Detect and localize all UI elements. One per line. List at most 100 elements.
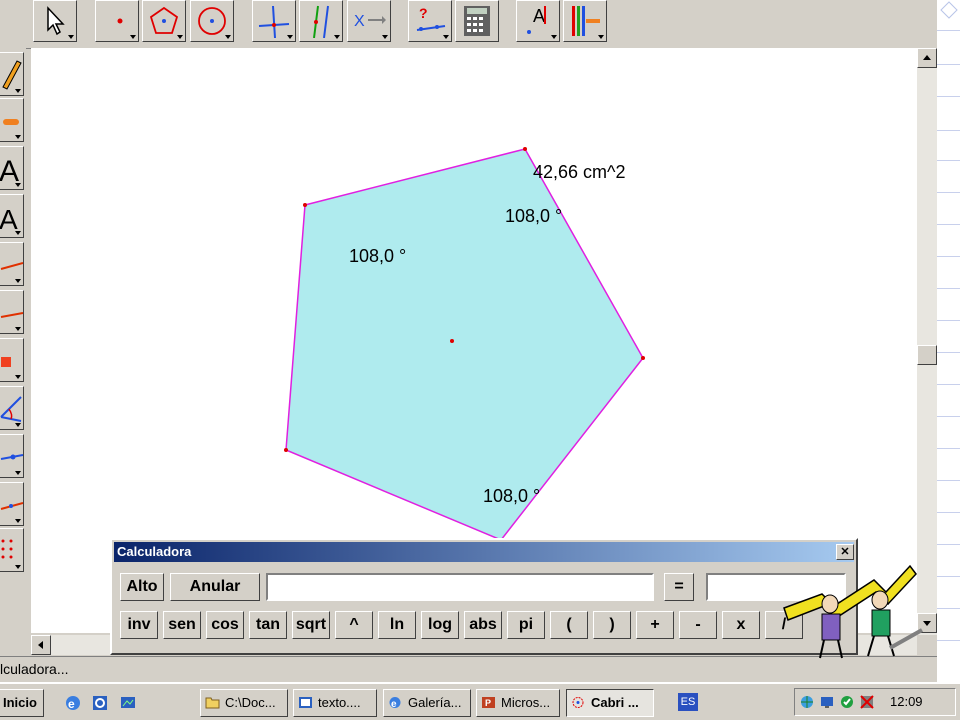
- point-style-button[interactable]: [0, 338, 24, 382]
- pointer-tool-button[interactable]: [33, 0, 77, 42]
- monitor-icon[interactable]: [819, 694, 835, 710]
- task-label: Micros...: [501, 695, 551, 710]
- taskbar-item-powerpoint[interactable]: P Micros...: [476, 689, 560, 717]
- display-tool-icon: [572, 6, 600, 36]
- task-label: texto....: [318, 695, 361, 710]
- taskbar-item-galeria[interactable]: e Galería...: [383, 689, 471, 717]
- close-button[interactable]: ✕: [836, 544, 854, 560]
- macro-tool-icon: ?: [416, 5, 446, 31]
- task-label: Galería...: [408, 695, 462, 710]
- point-tool-button[interactable]: [95, 0, 139, 42]
- folder-icon: [205, 697, 220, 709]
- cabri-icon: [572, 697, 584, 708]
- polygon-tool-button[interactable]: [142, 0, 186, 42]
- security-icon[interactable]: [839, 694, 855, 710]
- scroll-left-button[interactable]: [31, 635, 51, 655]
- inv-button[interactable]: inv: [120, 611, 158, 639]
- arrow-left-icon: [38, 641, 43, 649]
- abs-button[interactable]: abs: [464, 611, 502, 639]
- text-label-tool-icon: A: [527, 6, 546, 34]
- grid-style-button[interactable]: [0, 528, 24, 572]
- scroll-up-button[interactable]: [917, 48, 937, 68]
- attributes-toolbar: A A: [0, 48, 26, 633]
- vertical-scrollbar[interactable]: [917, 48, 937, 635]
- line-width-button[interactable]: [0, 290, 24, 334]
- svg-text:e: e: [68, 697, 75, 711]
- angle-measurement-label[interactable]: 108,0 °: [505, 206, 562, 227]
- svg-text:P: P: [485, 698, 491, 708]
- svg-text:X: X: [354, 13, 365, 30]
- svg-text:e: e: [391, 699, 397, 709]
- background-strip: [937, 0, 960, 682]
- open-paren-button[interactable]: (: [550, 611, 588, 639]
- text-size-button[interactable]: A: [0, 194, 24, 238]
- sqrt-button[interactable]: sqrt: [292, 611, 330, 639]
- outlook-icon[interactable]: [91, 694, 109, 712]
- network-status-icon[interactable]: [859, 694, 875, 710]
- calculator-window: Calculadora ✕ Alto Anular = inv sen cos tan…: [110, 538, 858, 655]
- tan-button[interactable]: tan: [249, 611, 287, 639]
- multiply-button[interactable]: x: [722, 611, 760, 639]
- perpendicular-tool-button[interactable]: [252, 0, 296, 42]
- show-desktop-icon[interactable]: [119, 694, 137, 712]
- vertex-point[interactable]: [523, 147, 527, 151]
- angle-measurement-label[interactable]: 108,0 °: [483, 486, 540, 507]
- color-tool-button[interactable]: [0, 98, 24, 142]
- center-point[interactable]: [450, 339, 454, 343]
- pointer-tool-icon: [47, 6, 65, 36]
- powerpoint-icon: P: [482, 697, 495, 708]
- minus-button[interactable]: -: [679, 611, 717, 639]
- calculator-tool-button[interactable]: [455, 0, 499, 42]
- close-paren-button[interactable]: ): [593, 611, 631, 639]
- angle-style-button[interactable]: [0, 386, 24, 430]
- segment-style-button[interactable]: [0, 482, 24, 526]
- system-tray: 12:09: [794, 688, 956, 716]
- vertex-point[interactable]: [641, 356, 645, 360]
- line-style-button[interactable]: [0, 242, 24, 286]
- sen-button[interactable]: sen: [163, 611, 201, 639]
- text-label-tool-button[interactable]: A: [516, 0, 560, 42]
- anular-button[interactable]: Anular: [170, 573, 260, 601]
- area-measurement-label[interactable]: 42,66 cm^2: [533, 162, 626, 183]
- point-tool-icon: [117, 18, 123, 24]
- internet-explorer-icon[interactable]: e: [64, 694, 82, 712]
- taskbar-item-folder[interactable]: C:\Doc...: [200, 689, 288, 717]
- transform-tool-icon: X: [354, 13, 386, 30]
- calculator-tool-icon: [464, 6, 490, 36]
- equals-button[interactable]: =: [664, 573, 694, 601]
- pencil-tool-button[interactable]: [0, 52, 24, 96]
- cos-button[interactable]: cos: [206, 611, 244, 639]
- parallel-tool-button[interactable]: [299, 0, 343, 42]
- start-button[interactable]: Inicio: [0, 689, 44, 717]
- clock[interactable]: 12:09: [890, 689, 923, 715]
- display-tool-button[interactable]: [563, 0, 607, 42]
- expression-input[interactable]: [266, 573, 654, 601]
- macro-tool-button[interactable]: ?: [408, 0, 452, 42]
- arrow-up-icon: [923, 55, 931, 60]
- scroll-thumb[interactable]: [917, 345, 937, 365]
- pi-button[interactable]: pi: [507, 611, 545, 639]
- alto-button[interactable]: Alto: [120, 573, 164, 601]
- transform-tool-button[interactable]: X: [347, 0, 391, 42]
- log-button[interactable]: log: [421, 611, 459, 639]
- browser-icon: e: [389, 697, 401, 709]
- ln-button[interactable]: ln: [378, 611, 416, 639]
- language-indicator[interactable]: ES: [678, 693, 698, 711]
- power-button[interactable]: ^: [335, 611, 373, 639]
- polygon-tool-icon: [149, 6, 179, 34]
- vertex-point[interactable]: [303, 203, 307, 207]
- parallel-line-tool-icon: [313, 5, 329, 38]
- task-label: C:\Doc...: [225, 695, 276, 710]
- plus-button[interactable]: +: [636, 611, 674, 639]
- circle-tool-button[interactable]: [190, 0, 234, 42]
- pentagon-polygon[interactable]: [285, 148, 644, 541]
- taskbar-item-cabri[interactable]: Cabri ...: [566, 689, 654, 717]
- vertex-point[interactable]: [284, 448, 288, 452]
- taskbar-item-text[interactable]: texto....: [293, 689, 377, 717]
- svg-text:?: ?: [419, 5, 428, 21]
- network-icon[interactable]: [799, 694, 815, 710]
- text-style-button[interactable]: A: [0, 146, 24, 190]
- calculator-titlebar[interactable]: Calculadora ✕: [114, 542, 854, 562]
- angle-measurement-label[interactable]: 108,0 °: [349, 246, 406, 267]
- vector-style-button[interactable]: [0, 434, 24, 478]
